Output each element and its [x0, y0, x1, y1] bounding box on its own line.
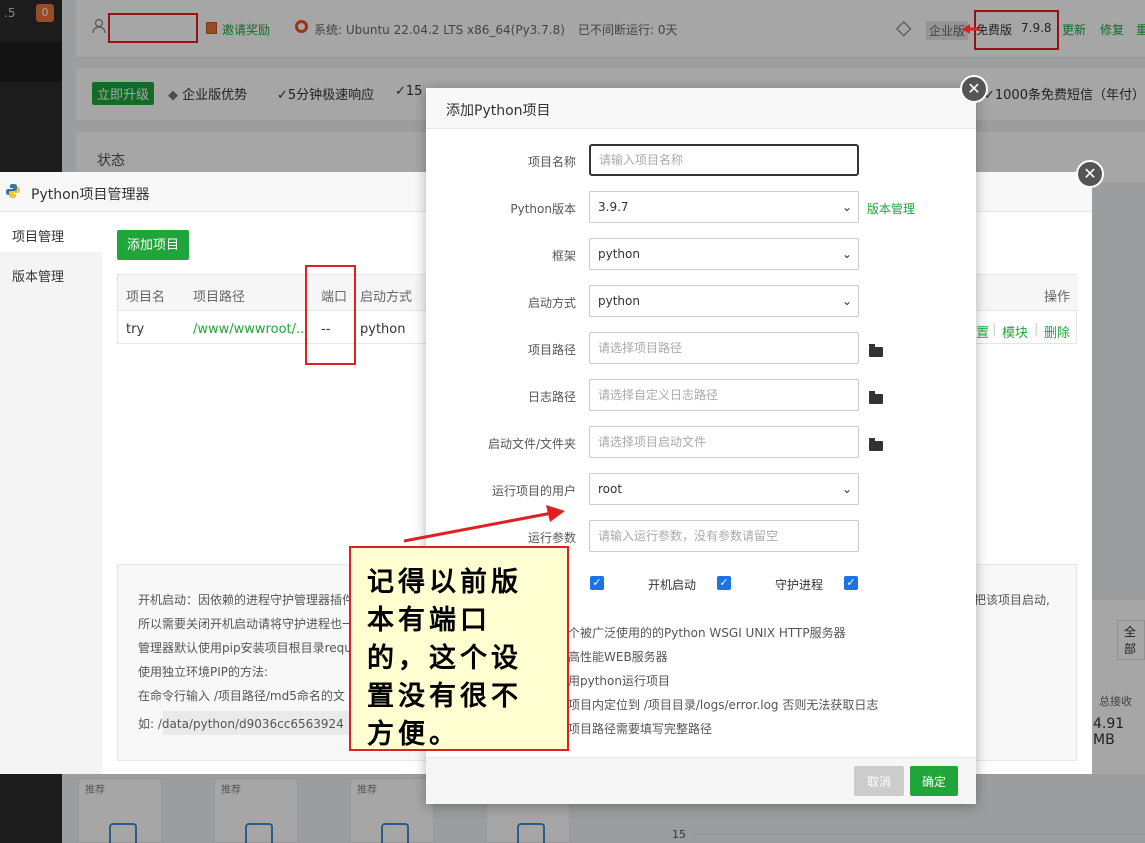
project-name-label: 项目名称 — [527, 155, 576, 169]
help-line: 使用独立环境PIP的方法: — [138, 665, 269, 679]
sidebar-item-project-management[interactable]: 项目管理 — [0, 212, 102, 252]
pm-close-icon[interactable]: ✕ — [1076, 160, 1104, 188]
python-version-value: 3.9.7 — [598, 200, 629, 214]
python-logo-icon — [6, 184, 20, 198]
help-line: 在命令行输入 /项目路径/md5命名的文 — [138, 689, 345, 703]
framework-value: python — [598, 247, 640, 261]
chevron-down-icon: ⌄ — [841, 482, 852, 496]
install-deps-checkbox[interactable]: ✓ — [590, 576, 604, 590]
log-path-input[interactable] — [589, 379, 859, 411]
boot-start-checkbox[interactable]: ✓ — [717, 576, 731, 590]
framework-hint: 用python运行项目 — [568, 674, 670, 688]
start-file-label: 启动文件/文件夹 — [487, 437, 576, 451]
framework-hint: 高性能WEB服务器 — [568, 650, 668, 664]
module-link[interactable]: 模块 — [1002, 322, 1028, 341]
folder-icon[interactable] — [869, 438, 883, 451]
chevron-down-icon: ⌄ — [841, 200, 852, 214]
sidebar-item-version-management[interactable]: 版本管理 — [0, 252, 102, 292]
start-file-input[interactable] — [589, 426, 859, 458]
help-line: 所以需要关闭开机启动请将守护进程也一 — [138, 617, 355, 631]
dialog-close-icon[interactable]: ✕ — [960, 75, 988, 103]
project-path-label: 项目路径 — [527, 343, 576, 357]
dialog-title: 添加Python项目 — [446, 103, 551, 119]
dialog-footer: 取消 确定 — [426, 757, 976, 804]
framework-hint: 个被广泛使用的的Python WSGI UNIX HTTP服务器 — [568, 626, 846, 640]
chevron-down-icon: ⌄ — [841, 247, 852, 261]
folder-icon[interactable] — [869, 344, 883, 357]
pm-window-title: Python项目管理器 — [31, 187, 150, 203]
start-method-select[interactable]: python ⌄ — [589, 285, 859, 317]
op-separator: | — [1034, 322, 1039, 337]
start-method-value: python — [598, 294, 640, 308]
version-manage-link[interactable]: 版本管理 — [867, 200, 915, 217]
pm-sidebar: 项目管理 版本管理 — [0, 212, 102, 774]
folder-icon[interactable] — [869, 391, 883, 404]
project-path-input[interactable] — [589, 332, 859, 364]
column-header-name: 项目名 — [126, 290, 166, 305]
port-column-highlight — [305, 265, 356, 365]
python-version-label: Python版本 — [510, 202, 576, 216]
daemon-label: 守护进程 — [775, 578, 824, 592]
project-start-method-cell: python — [360, 322, 406, 337]
run-user-select[interactable]: root ⌄ — [589, 473, 859, 505]
project-path-link[interactable]: /www/wwwroot/... — [193, 322, 308, 337]
op-separator: | — [992, 322, 997, 337]
dialog-header: 添加Python项目 — [426, 88, 976, 129]
config-link[interactable]: 置 — [976, 322, 989, 341]
column-header-start-method: 启动方式 — [360, 290, 413, 305]
run-args-label: 运行参数 — [527, 531, 576, 545]
framework-select[interactable]: python ⌄ — [589, 238, 859, 270]
path-hint: 项目路径需要填写完整路径 — [568, 722, 713, 736]
daemon-checkbox[interactable]: ✓ — [844, 576, 858, 590]
help-line: 管理器默认使用pip安装项目根目录requ — [138, 641, 352, 655]
confirm-button[interactable]: 确定 — [910, 766, 958, 796]
python-version-select[interactable]: 3.9.7 ⌄ — [589, 191, 859, 223]
run-user-value: root — [598, 482, 623, 496]
framework-label: 框架 — [551, 249, 576, 263]
start-method-label: 启动方式 — [527, 296, 576, 310]
run-user-label: 运行项目的用户 — [491, 484, 576, 498]
cancel-button[interactable]: 取消 — [854, 766, 904, 796]
help-line: 开机启动：因依赖的进程守护管理器插件 — [138, 593, 355, 607]
help-line: 如: /data/python/d9036cc6563924 — [138, 717, 344, 731]
delete-link[interactable]: 删除 — [1044, 322, 1070, 341]
annotation-note: 记得以前版本有端口的，这个设置没有很不方便。 — [349, 546, 569, 751]
chevron-down-icon: ⌄ — [841, 294, 852, 308]
project-name-cell: try — [126, 322, 145, 337]
help-line-right: 把该项目启动, — [974, 593, 1050, 607]
log-path-label: 日志路径 — [527, 390, 576, 404]
log-hint: 项目内定位到 /项目目录/logs/error.log 否则无法获取日志 — [568, 698, 879, 712]
boot-start-label: 开机启动 — [648, 578, 697, 592]
column-header-path: 项目路径 — [193, 290, 246, 305]
run-args-input[interactable] — [589, 520, 859, 552]
add-project-button[interactable]: 添加项目 — [117, 230, 190, 260]
project-name-input[interactable] — [589, 144, 859, 176]
column-header-operations: 操作 — [1044, 290, 1071, 305]
